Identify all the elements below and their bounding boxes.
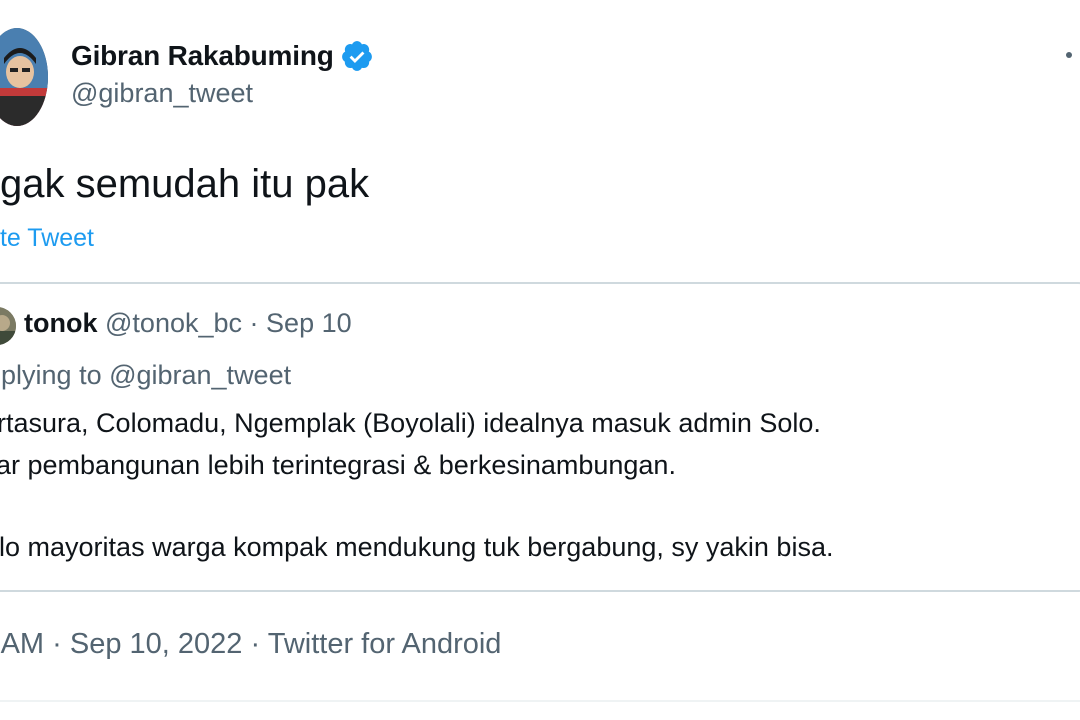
tweet-date[interactable]: Sep 10, 2022 <box>70 628 243 660</box>
meta-separator: · <box>250 628 261 660</box>
translate-tweet-link[interactable]: slate Tweet <box>0 224 94 253</box>
header-separator: · <box>249 308 259 338</box>
tweet-text: gak semudah itu pak <box>0 162 370 206</box>
author-name-row[interactable]: Gibran Rakabuming <box>71 36 374 76</box>
quoted-text-line: alo mayoritas warga kompak mendukung tuk… <box>0 532 834 562</box>
tweet-meta: 6 AM · Sep 10, 2022 · Twitter for Androi… <box>0 628 501 661</box>
quoted-text-line: artasura, Colomadu, Ngemplak (Boyolali) … <box>0 408 821 438</box>
quoted-author-name[interactable]: tonok <box>24 308 98 338</box>
meta-separator: · <box>52 628 62 660</box>
more-options-icon[interactable] <box>1058 40 1080 70</box>
author-display-name[interactable]: Gibran Rakabuming <box>71 40 334 72</box>
divider <box>0 700 1080 702</box>
tweet-source[interactable]: Twitter for Android <box>268 628 502 660</box>
quoted-tweet-date[interactable]: Sep 10 <box>266 308 352 338</box>
tweet-detail: Gibran Rakabuming @gibran_tweet gak semu… <box>0 0 1080 720</box>
tweet-time[interactable]: 6 AM <box>0 628 44 660</box>
verified-badge-icon <box>341 41 372 71</box>
avatar-photo-icon <box>0 28 48 126</box>
replying-to-label: eplying to @gibran_tweet <box>0 360 292 390</box>
author-handle[interactable]: @gibran_tweet <box>71 78 253 109</box>
quoted-tweet-header: tonok @tonok_bc · Sep 10 <box>24 308 352 339</box>
quoted-author-handle[interactable]: @tonok_bc <box>105 308 242 338</box>
author-avatar[interactable] <box>0 28 48 126</box>
quoted-text-line: Yar pembangunan lebih terintegrasi & ber… <box>0 450 676 480</box>
